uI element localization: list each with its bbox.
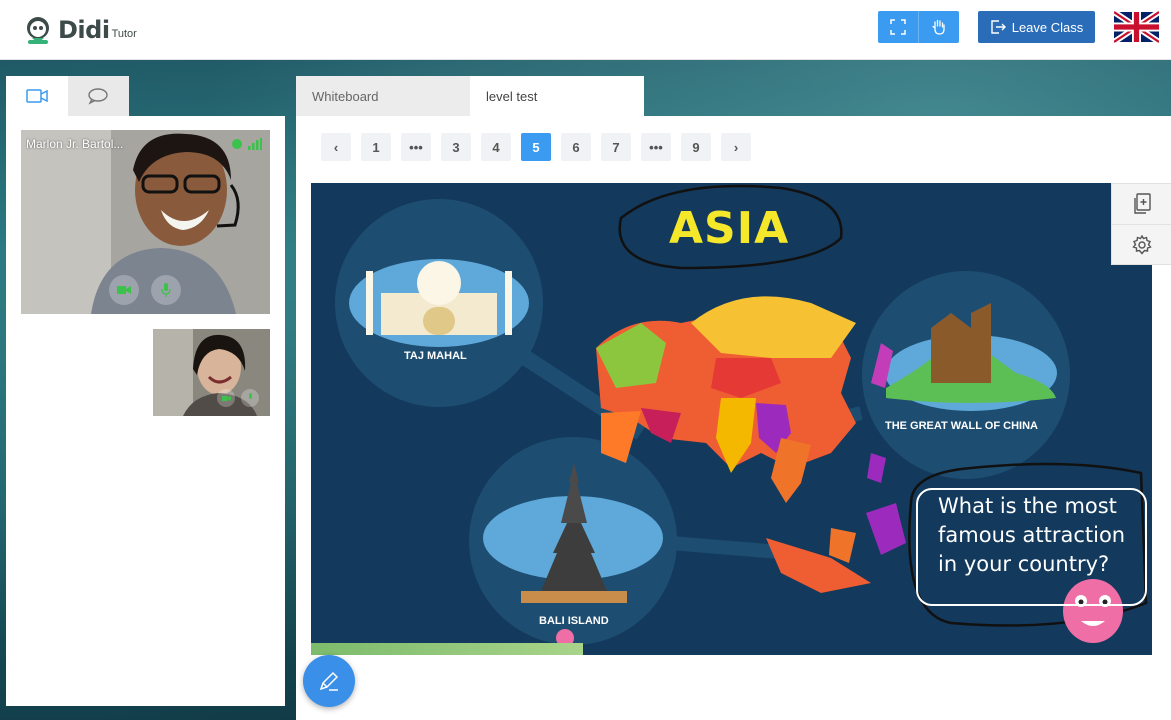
mic-toggle[interactable] <box>241 389 259 407</box>
page-ellipsis-left[interactable]: ••• <box>401 133 431 161</box>
fullscreen-button[interactable] <box>878 11 918 43</box>
copy-add-icon <box>1134 193 1151 214</box>
hand-button[interactable] <box>918 11 958 43</box>
top-bar: Didi Tutor Leave Class <box>0 0 1171 60</box>
camera-icon <box>117 286 131 294</box>
courseware-board: ‹ 1 ••• 3 4 5 6 7 ••• 9 › ASIA TAJ MAHAL… <box>296 116 1171 720</box>
slide-progress-bar <box>311 643 583 655</box>
hand-icon <box>931 19 945 35</box>
settings-icon <box>1132 234 1152 255</box>
copy-add-button[interactable] <box>1112 184 1171 224</box>
chat-icon <box>88 88 108 105</box>
mascot-logo-icon <box>27 17 49 44</box>
page-6[interactable]: 6 <box>561 133 591 161</box>
fullscreen-icon <box>890 19 906 35</box>
page-ellipsis-right[interactable]: ••• <box>641 133 671 161</box>
tab-whiteboard[interactable]: Whiteboard <box>296 76 470 116</box>
page-3[interactable]: 3 <box>441 133 471 161</box>
page-9[interactable]: 9 <box>681 133 711 161</box>
view-controls <box>878 11 959 43</box>
panel-tabs <box>6 76 129 116</box>
connection-status <box>232 138 262 150</box>
video-list: Marlon Jr. Bartol... <box>6 116 285 706</box>
video-camera-icon <box>26 89 48 103</box>
tab-level-test[interactable]: level test <box>470 76 644 116</box>
video-controls <box>109 275 181 305</box>
logo: Didi Tutor <box>22 13 137 47</box>
next-page-button[interactable]: › <box>721 133 751 161</box>
microphone-icon <box>248 393 252 399</box>
page-5-current[interactable]: 5 <box>521 133 551 161</box>
page-4[interactable]: 4 <box>481 133 511 161</box>
page-7[interactable]: 7 <box>601 133 631 161</box>
label-taj-mahal: TAJ MAHAL <box>404 350 467 362</box>
signal-bars-icon <box>248 138 262 150</box>
label-bali-island: BALI ISLAND <box>539 615 609 627</box>
logo-subtext: Tutor <box>111 28 137 40</box>
video-tile-student[interactable] <box>153 329 270 416</box>
video-controls <box>217 389 259 407</box>
camera-toggle[interactable] <box>217 389 235 407</box>
slide-canvas[interactable]: ASIA TAJ MAHAL THE GREAT WALL OF CHINA B… <box>311 183 1152 655</box>
logo-text: Didi <box>58 16 110 44</box>
tab-video[interactable] <box>6 76 68 116</box>
page-1[interactable]: 1 <box>361 133 391 161</box>
tab-chat[interactable] <box>67 76 129 116</box>
logout-icon <box>991 20 1006 34</box>
video-tile-tutor[interactable]: Marlon Jr. Bartol... <box>21 130 270 314</box>
participant-name: Marlon Jr. Bartol... <box>26 137 124 151</box>
camera-icon <box>221 395 231 401</box>
slide-title: ASIA <box>669 203 790 254</box>
microphone-icon <box>161 283 171 297</box>
question-text: What is the most famous attraction in yo… <box>916 488 1147 606</box>
mic-toggle[interactable] <box>151 275 181 305</box>
leave-class-label: Leave Class <box>1011 19 1084 35</box>
side-toolbar <box>1111 183 1171 265</box>
pagination: ‹ 1 ••• 3 4 5 6 7 ••• 9 › <box>321 133 751 161</box>
prev-page-button[interactable]: ‹ <box>321 133 351 161</box>
online-dot-icon <box>232 139 242 149</box>
camera-toggle[interactable] <box>109 275 139 305</box>
settings-button[interactable] <box>1112 224 1171 264</box>
participants-panel: Marlon Jr. Bartol... <box>6 76 285 706</box>
label-great-wall: THE GREAT WALL OF CHINA <box>885 420 1038 432</box>
leave-class-button[interactable]: Leave Class <box>978 11 1095 43</box>
pen-tool-button[interactable] <box>303 655 355 707</box>
pen-icon <box>319 671 339 691</box>
board-tabs: Whiteboard level test <box>296 76 644 116</box>
uk-flag-icon[interactable] <box>1114 11 1159 43</box>
